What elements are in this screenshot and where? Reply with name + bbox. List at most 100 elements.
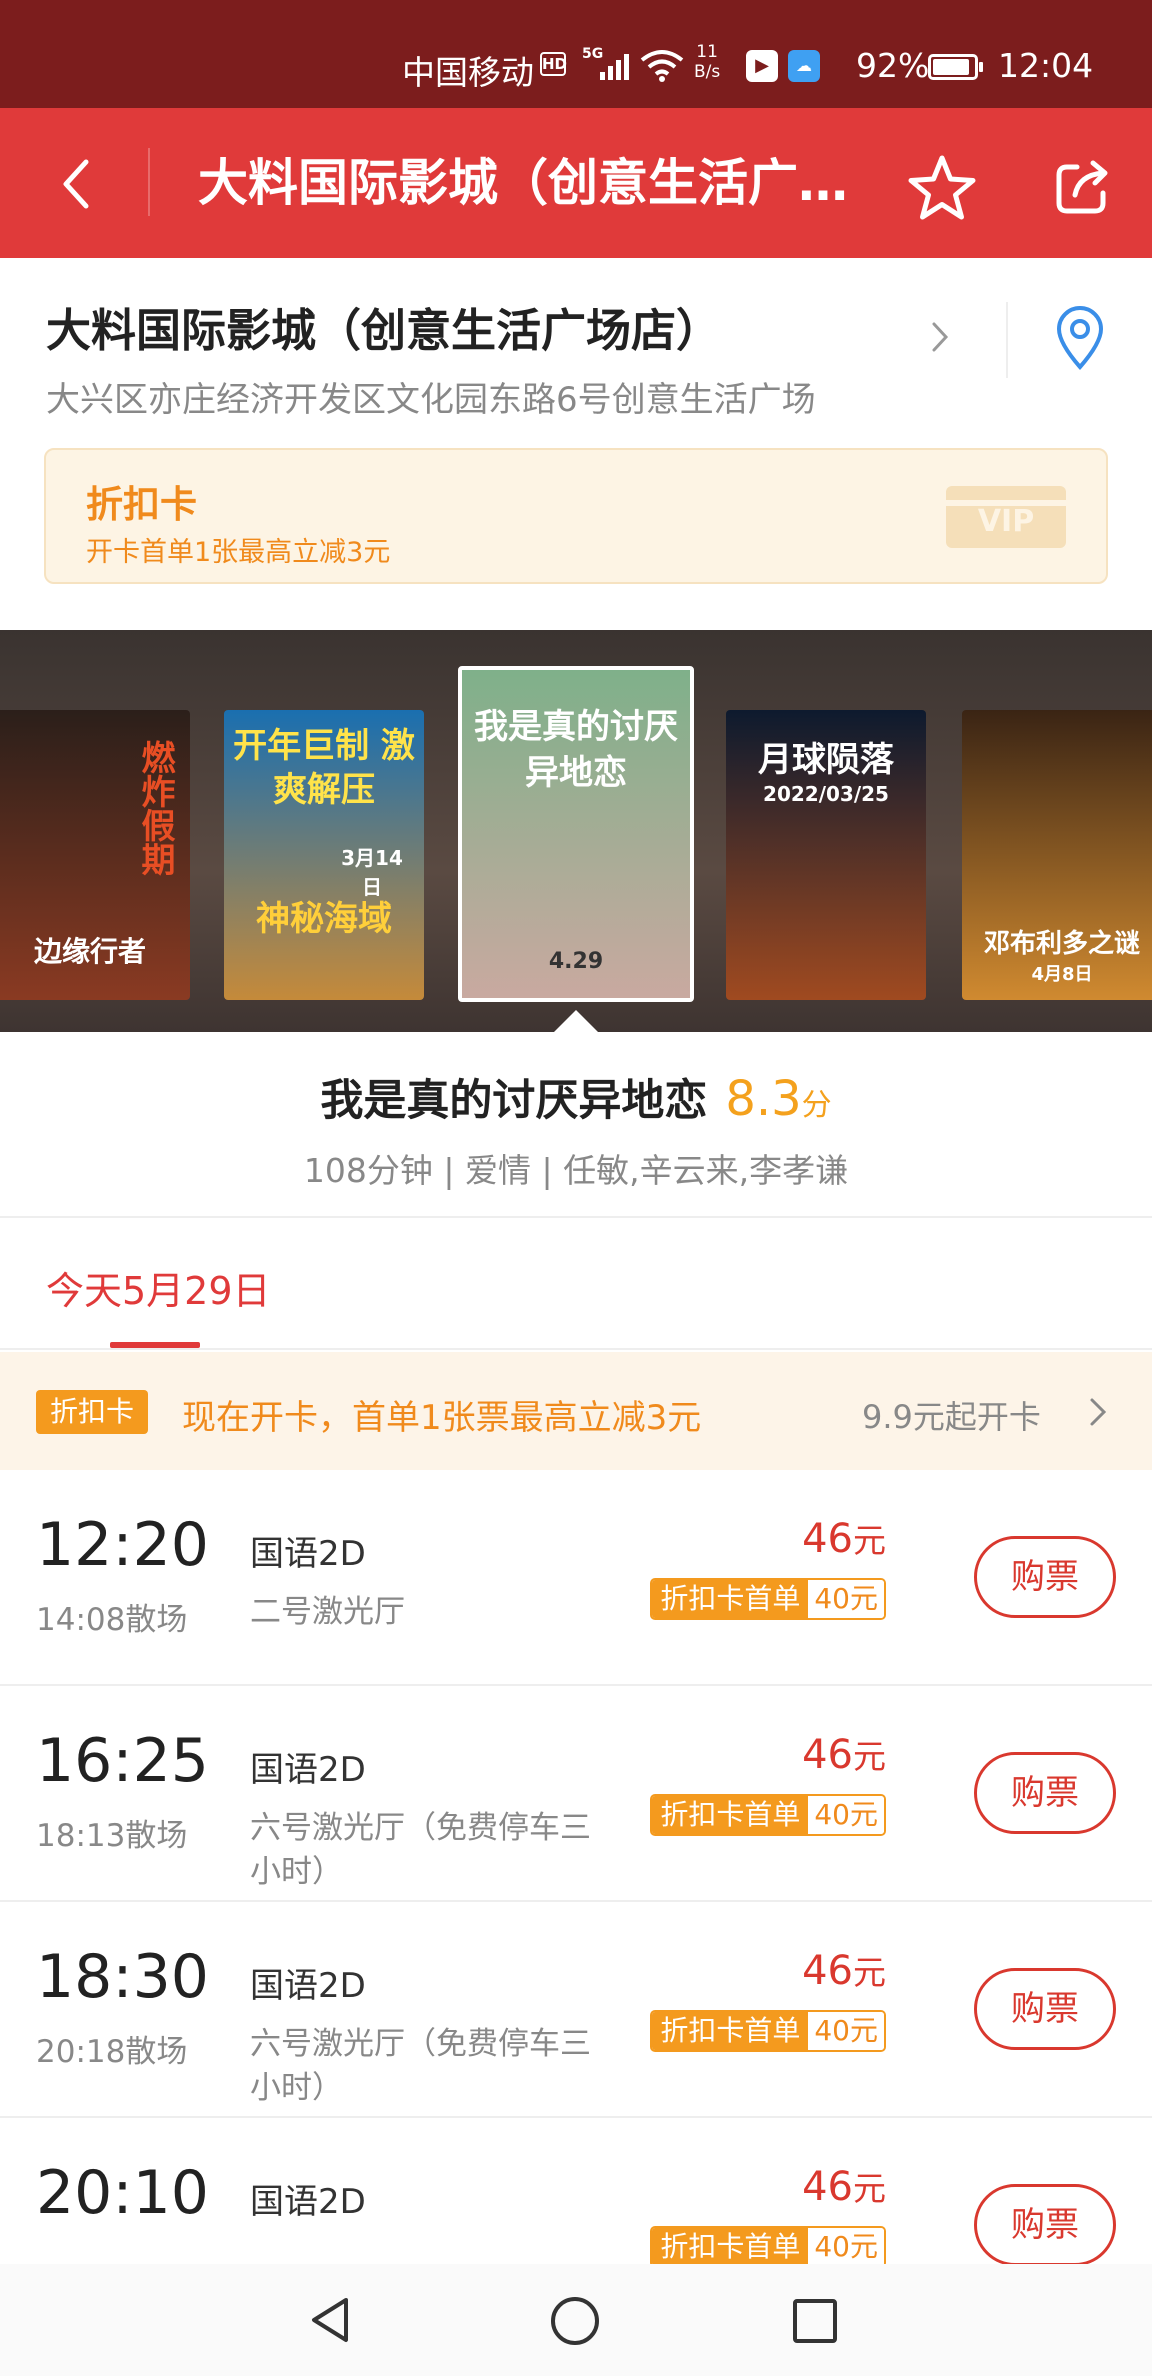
discount-price: 40元 <box>808 2012 884 2050</box>
movie-poster[interactable]: 开年巨制 激爽解压 神秘海域 3月14日 <box>224 710 424 1000</box>
poster-tagline: 开年巨制 激爽解压 <box>233 726 415 810</box>
clock: 12:04 <box>998 46 1094 85</box>
discount-tag: 折扣卡首单 40元 <box>650 2226 886 2268</box>
price-value: 46 <box>802 1732 853 1778</box>
battery-icon <box>928 54 983 80</box>
show-end-time: 18:13散场 <box>36 1818 188 1854</box>
card-subtitle: 开卡首单1张最高立减3元 <box>86 537 391 568</box>
price-unit: 元 <box>853 1521 886 1560</box>
chevron-left-icon <box>63 159 89 209</box>
discount-price: 40元 <box>808 1580 884 1618</box>
tab-underline <box>110 1342 200 1348</box>
show-end-time: 20:18散场 <box>36 2034 188 2070</box>
show-start-time: 16:25 <box>36 1726 209 1796</box>
movie-meta: 108分钟 | 爱情 | 任敏,辛云来,李孝谦 <box>303 1151 849 1190</box>
poster-title: 边缘行者 <box>33 935 146 968</box>
cinema-name[interactable]: 大料国际影城（创意生活广场店） <box>46 294 721 359</box>
cinema-info: 大料国际影城（创意生活广场店） 大兴区亦庄经济开发区文化园东路6号创意生活广场 … <box>0 258 1152 630</box>
show-language: 国语2D <box>250 1966 366 2006</box>
poster-title: 我是真的讨厌异地恋 <box>474 707 678 793</box>
show-price: 46元 <box>802 1514 886 1562</box>
hd-icon: HD <box>540 52 567 76</box>
discount-tag: 折扣卡首单 40元 <box>650 1578 886 1620</box>
price-value: 46 <box>802 2164 853 2210</box>
favorite-button[interactable] <box>900 146 984 230</box>
promo-price: 9.9元起开卡 <box>862 1398 1041 1436</box>
buy-ticket-button[interactable]: 购票 <box>974 1752 1116 1834</box>
showtime-row: 16:25 18:13散场 国语2D 六号激光厅（免费停车三小时） 46元 折扣… <box>0 1686 1152 1902</box>
buy-ticket-button[interactable]: 购票 <box>974 1968 1116 2050</box>
price-value: 46 <box>802 1948 853 1994</box>
location-pin-icon <box>1056 306 1104 371</box>
discount-label: 折扣卡首单 <box>652 2012 809 2050</box>
show-end-time: 14:08散场 <box>36 1602 188 1638</box>
movie-poster[interactable]: 月球陨落 2022/03/25 <box>726 710 926 1000</box>
screen: 中国移动 HD 5G 11 B/s ▶ ☁ 92% 12:04 大料国际影城（创… <box>0 0 1152 2376</box>
app-header: 大料国际影城（创意生活广场店） <box>0 108 1152 258</box>
movie-info: 我是真的讨厌异地恋 8.3分 108分钟 | 爱情 | 任敏,辛云来,李孝谦 <box>0 1032 1152 1218</box>
poster-title: 月球陨落 <box>758 740 894 780</box>
movie-score: 8.3 <box>725 1071 802 1127</box>
discount-tag: 折扣卡首单 40元 <box>650 1794 886 1836</box>
movie-poster-carousel: 燃炸假期 边缘行者 开年巨制 激爽解压 神秘海域 3月14日 我是真的讨厌异地恋… <box>0 630 1152 1032</box>
show-start-time: 18:30 <box>36 1942 209 2012</box>
poster-date: 4.29 <box>548 949 604 974</box>
discount-label: 折扣卡首单 <box>652 1796 809 1834</box>
signal-icon <box>600 54 629 80</box>
battery-percent: 92% <box>856 46 930 85</box>
movie-title-row: 我是真的讨厌异地恋 8.3分 <box>0 1066 1152 1128</box>
discount-price: 40元 <box>808 2228 884 2266</box>
show-price: 46元 <box>802 1946 886 1994</box>
showtime-row: 12:20 14:08散场 国语2D 二号激光厅 46元 折扣卡首单 40元 购票 <box>0 1470 1152 1686</box>
square-recents-icon[interactable] <box>790 2296 840 2346</box>
chevron-right-icon <box>1090 1398 1107 1426</box>
price-unit: 元 <box>853 1953 886 1992</box>
map-location-button[interactable] <box>1044 298 1116 378</box>
promo-badge: 折扣卡 <box>36 1390 148 1434</box>
star-icon <box>908 155 976 220</box>
wifi-icon <box>640 50 684 82</box>
show-start-time: 20:10 <box>36 2158 209 2228</box>
discount-price: 40元 <box>808 1796 884 1834</box>
movie-poster[interactable]: 邓布利多之谜 4月8日 <box>962 710 1152 1000</box>
card-title: 折扣卡 <box>86 483 197 526</box>
price-value: 46 <box>802 1516 853 1562</box>
poster-date: 4月8日 <box>1031 964 1093 985</box>
price-unit: 元 <box>853 1737 886 1776</box>
selection-pointer <box>552 1010 600 1034</box>
notification-app-icon: ▶ <box>746 50 778 82</box>
circle-home-icon[interactable] <box>548 2294 602 2348</box>
cinema-address: 大兴区亦庄经济开发区文化园东路6号创意生活广场 <box>46 380 816 420</box>
show-language: 国语2D <box>250 1534 366 1574</box>
speed-unit: B/s <box>694 62 721 82</box>
discount-tag: 折扣卡首单 40元 <box>650 2010 886 2052</box>
movie-poster[interactable]: 燃炸假期 边缘行者 <box>0 710 190 1000</box>
movie-poster-selected[interactable]: 我是真的讨厌异地恋 4.29 <box>458 666 694 1002</box>
share-button[interactable] <box>1040 146 1124 230</box>
page-title: 大料国际影城（创意生活广场店） <box>198 154 858 212</box>
system-nav-bar <box>0 2264 1152 2376</box>
poster-date: 2022/03/25 <box>763 782 889 806</box>
show-price: 46元 <box>802 1730 886 1778</box>
buy-ticket-button[interactable]: 购票 <box>974 1536 1116 1618</box>
tab-today[interactable]: 今天5月29日 <box>46 1260 271 1315</box>
buy-ticket-button[interactable]: 购票 <box>974 2184 1116 2266</box>
date-tabs: 今天5月29日 <box>0 1218 1152 1350</box>
promo-text: 现在开卡，首单1张票最高立减3元 <box>182 1398 702 1438</box>
show-language: 国语2D <box>250 1750 366 1790</box>
show-hall: 六号激光厅（免费停车三小时） <box>250 2026 591 2106</box>
triangle-back-icon[interactable] <box>304 2294 356 2346</box>
header-divider <box>148 148 150 216</box>
poster-date: 3月14日 <box>341 846 403 899</box>
share-icon <box>1056 160 1108 214</box>
discount-promo-bar[interactable]: 折扣卡 现在开卡，首单1张票最高立减3元 9.9元起开卡 <box>0 1352 1152 1470</box>
speed-value: 11 <box>696 42 718 62</box>
show-hall: 二号激光厅 <box>250 1594 405 1630</box>
chevron-right-icon[interactable] <box>930 320 950 354</box>
network-speed: 11 B/s <box>694 42 720 82</box>
discount-card-banner[interactable]: 折扣卡 开卡首单1张最高立减3元 VIP <box>44 448 1108 584</box>
movie-score-unit: 分 <box>801 1088 832 1123</box>
back-button[interactable] <box>40 148 112 220</box>
poster-title: 邓布利多之谜 <box>983 929 1140 959</box>
movie-title: 我是真的讨厌异地恋 <box>320 1076 708 1126</box>
